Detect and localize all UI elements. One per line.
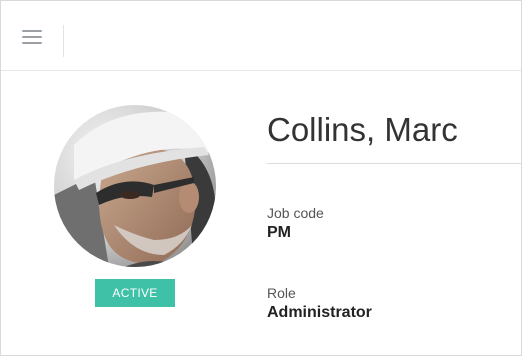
top-toolbar (1, 1, 521, 71)
role-label: Role (267, 285, 296, 301)
hamburger-menu-icon[interactable] (19, 25, 45, 49)
avatar (54, 105, 216, 267)
profile-name: Collins, Marc (267, 111, 458, 148)
avatar-photo (54, 105, 216, 267)
status-badge: ACTIVE (95, 279, 175, 307)
role-value: Administrator (267, 304, 372, 321)
app-window: ACTIVE Collins, Marc Job code PM Role Ad… (0, 0, 522, 356)
toolbar-divider (63, 25, 64, 57)
name-divider (267, 163, 521, 164)
job-code-label: Job code (267, 205, 324, 221)
job-code-value: PM (267, 224, 291, 241)
